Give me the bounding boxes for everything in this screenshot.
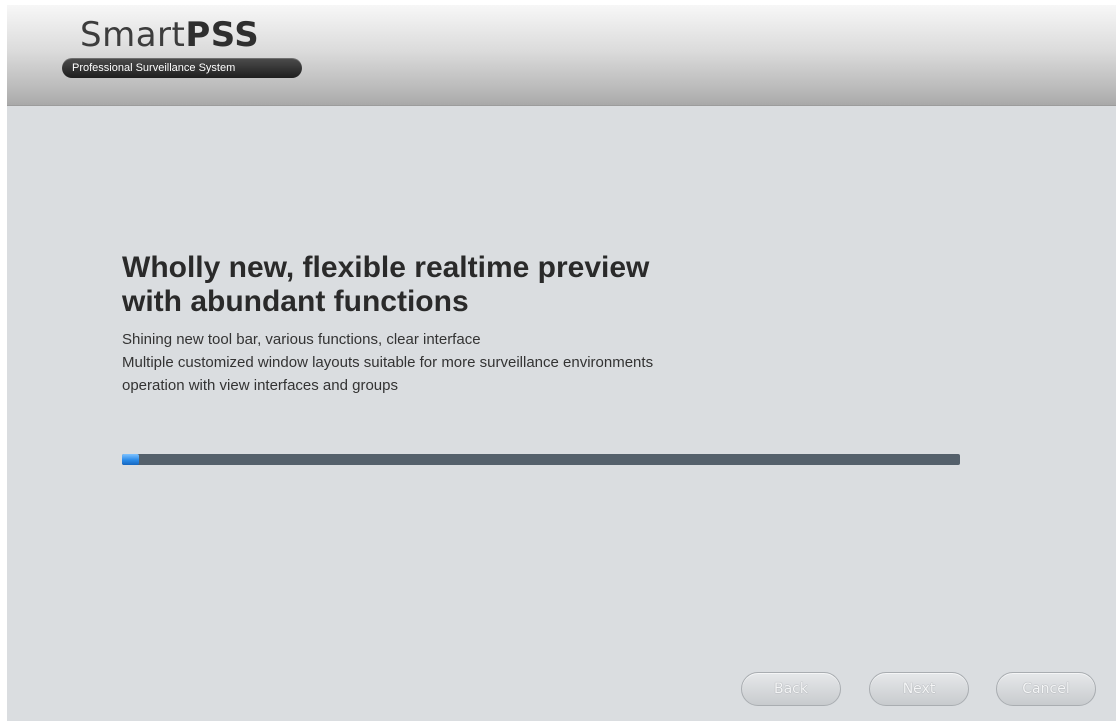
tagline-text: Professional Surveillance System xyxy=(72,62,236,74)
headline-line-2: with abundant functions xyxy=(122,285,469,318)
next-button[interactable]: Next xyxy=(869,672,969,706)
logo-text-smart: Smart xyxy=(80,15,186,55)
feature-panel: Wholly new, flexible realtime preview wi… xyxy=(122,251,1002,397)
progress-fill xyxy=(122,454,139,465)
installer-window: SmartPSS Professional Surveillance Syste… xyxy=(7,5,1116,721)
back-button[interactable]: Back xyxy=(741,672,841,706)
cancel-button[interactable]: Cancel xyxy=(996,672,1096,706)
install-progress-bar xyxy=(122,454,960,465)
feature-line-1: Shining new tool bar, various functions,… xyxy=(122,331,481,348)
feature-line-3: operation with view interfaces and group… xyxy=(122,377,398,394)
tagline-pill: Professional Surveillance System xyxy=(62,58,302,78)
feature-headline: Wholly new, flexible realtime preview wi… xyxy=(122,251,1002,319)
feature-line-2: Multiple customized window layouts suita… xyxy=(122,354,654,371)
logo-text-pss: PSS xyxy=(185,15,260,55)
feature-description: Shining new tool bar, various functions,… xyxy=(122,328,1002,397)
logo-title: SmartPSS xyxy=(80,15,259,55)
headline-line-1: Wholly new, flexible realtime preview xyxy=(122,251,650,284)
header-banner: SmartPSS Professional Surveillance Syste… xyxy=(7,5,1116,106)
